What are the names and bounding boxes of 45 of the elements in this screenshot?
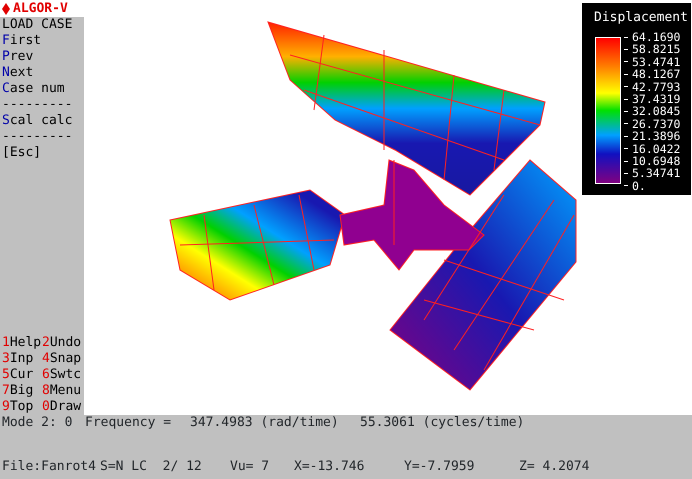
menu-item[interactable]: First bbox=[0, 33, 42, 49]
menu-item[interactable]: Scal calc bbox=[0, 113, 72, 129]
legend-value: 58.8215 bbox=[624, 43, 680, 56]
function-key[interactable]: 0Draw bbox=[40, 399, 80, 415]
function-key[interactable]: 3Inp bbox=[0, 351, 40, 367]
status-text: S=N LC 2/ 12 bbox=[100, 459, 203, 475]
legend-value: 37.4319 bbox=[624, 92, 680, 106]
menu-item[interactable]: Prev bbox=[0, 49, 34, 65]
function-key[interactable]: 8Menu bbox=[40, 383, 80, 399]
legend-value: 0. bbox=[624, 180, 680, 192]
status-text: File:Fanrot4 bbox=[2, 459, 97, 475]
function-key[interactable]: 1Help bbox=[0, 335, 40, 351]
menu-item[interactable]: [Esc] bbox=[0, 145, 42, 161]
legend-value: 16.0422 bbox=[624, 142, 680, 155]
diamond-icon bbox=[2, 2, 10, 14]
legend-value: 26.7370 bbox=[624, 118, 680, 130]
function-key[interactable]: 2Undo bbox=[40, 335, 80, 351]
menu-item[interactable]: Next bbox=[0, 65, 34, 81]
status-text: Vu= 7 bbox=[230, 459, 270, 475]
function-key[interactable]: 4Snap bbox=[40, 351, 80, 367]
function-key[interactable]: 6Swtc bbox=[40, 367, 80, 383]
function-key[interactable]: 9Top bbox=[0, 399, 40, 415]
mode-text: Mode 2: 0 bbox=[2, 415, 74, 431]
legend-value: 5.34741 bbox=[624, 167, 680, 180]
legend-value: 53.4741 bbox=[624, 56, 680, 68]
status-text: Y=-7.7959 bbox=[404, 459, 476, 475]
mode-text: Frequency = bbox=[85, 415, 172, 431]
app-name: ALGOR-V bbox=[13, 0, 68, 17]
mode-text: 55.3061 (cycles/time) bbox=[360, 415, 526, 431]
legend-value: 48.1267 bbox=[624, 68, 680, 81]
legend-title: Displacement bbox=[594, 9, 688, 27]
function-key[interactable]: 7Big bbox=[0, 383, 40, 399]
legend-value: 10.6948 bbox=[624, 154, 680, 168]
menu-item[interactable]: Case num bbox=[0, 81, 65, 97]
menu-separator: --------- bbox=[1, 97, 72, 113]
legend-value: 42.7793 bbox=[624, 80, 680, 93]
menu-separator: --------- bbox=[1, 129, 72, 145]
legend-value: 32.0845 bbox=[624, 105, 680, 118]
menu-heading: LOAD CASE bbox=[1, 17, 72, 33]
status-text: X=-13.746 bbox=[294, 459, 366, 475]
legend-value: 64.1690 bbox=[624, 31, 680, 44]
mode-text: 347.4983 (rad/time) bbox=[190, 415, 340, 431]
status-text: Z= 4.2074 bbox=[519, 459, 590, 475]
function-key[interactable]: 5Cur bbox=[0, 367, 40, 383]
legend-value: 21.3896 bbox=[624, 130, 680, 143]
